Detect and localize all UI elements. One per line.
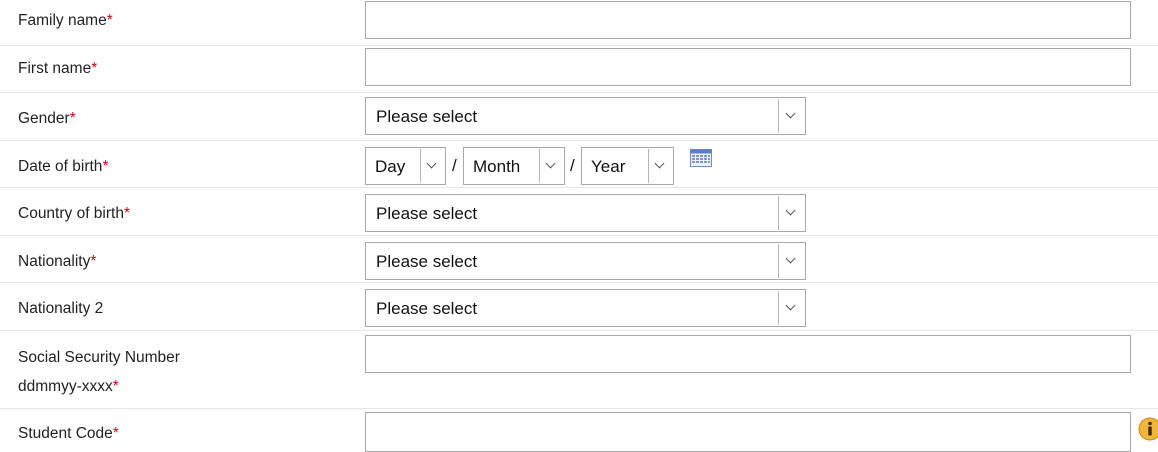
chevron-down-icon	[426, 158, 437, 169]
calendar-icon[interactable]	[690, 149, 712, 167]
chevron-down-icon	[785, 253, 796, 264]
dob-year-value: Year	[591, 157, 626, 176]
dob-year-dropdown-button[interactable]	[648, 149, 672, 183]
required-marker: *	[90, 253, 97, 270]
gender-dropdown-button[interactable]	[778, 99, 804, 133]
dob-day-dropdown-button[interactable]	[420, 149, 444, 183]
dob-separator: /	[452, 156, 457, 175]
chevron-down-icon	[785, 108, 796, 119]
dob-year-select[interactable]: Year	[581, 147, 674, 185]
chevron-down-icon	[785, 300, 796, 311]
row-date-of-birth: Date of birth* Day / Month / Year	[0, 141, 1158, 188]
nationality-2-dropdown-button[interactable]	[778, 291, 804, 325]
social-security-number-input[interactable]	[365, 335, 1131, 373]
row-nationality: Nationality* Please select	[0, 236, 1158, 283]
nationality-label: Nationality*	[18, 253, 97, 270]
required-marker: *	[91, 60, 98, 77]
nationality-2-selected-value: Please select	[376, 299, 478, 318]
nationality-2-label: Nationality 2	[18, 300, 104, 317]
family-name-input[interactable]	[365, 1, 1131, 39]
row-first-name: First name*	[0, 46, 1158, 93]
first-name-label: First name*	[18, 60, 98, 77]
required-marker: *	[112, 425, 119, 442]
gender-select[interactable]: Please select	[365, 97, 806, 135]
gender-label: Gender*	[18, 110, 76, 127]
student-code-label: Student Code*	[18, 425, 119, 442]
dob-day-value: Day	[375, 157, 406, 176]
dob-month-select[interactable]: Month	[463, 147, 565, 185]
dob-month-value: Month	[473, 157, 521, 176]
country-of-birth-select[interactable]: Please select	[365, 194, 806, 232]
gender-selected-value: Please select	[376, 107, 478, 126]
nationality-2-select[interactable]: Please select	[365, 289, 806, 327]
country-of-birth-dropdown-button[interactable]	[778, 196, 804, 230]
dob-separator: /	[570, 156, 575, 175]
country-of-birth-selected-value: Please select	[376, 204, 478, 223]
chevron-down-icon	[545, 158, 556, 169]
chevron-down-icon	[785, 205, 796, 216]
first-name-input[interactable]	[365, 48, 1131, 86]
row-social-security-number: Social Security Number ddmmyy-xxxx*	[0, 331, 1158, 409]
country-of-birth-label: Country of birth*	[18, 205, 131, 222]
nationality-select[interactable]: Please select	[365, 242, 806, 280]
nationality-selected-value: Please select	[376, 252, 478, 271]
required-marker: *	[106, 12, 113, 29]
required-marker: *	[69, 110, 76, 127]
chevron-down-icon	[654, 158, 665, 169]
row-family-name: Family name*	[0, 0, 1158, 46]
row-country-of-birth: Country of birth* Please select	[0, 188, 1158, 236]
family-name-label: Family name*	[18, 12, 113, 29]
row-gender: Gender* Please select	[0, 93, 1158, 141]
row-student-code: Student Code*	[0, 409, 1158, 452]
dob-day-select[interactable]: Day	[365, 147, 446, 185]
nationality-dropdown-button[interactable]	[778, 244, 804, 278]
student-code-input[interactable]	[365, 412, 1131, 452]
required-marker: *	[112, 378, 119, 395]
dob-controls: Day / Month / Year	[0, 147, 1158, 185]
dob-month-dropdown-button[interactable]	[539, 149, 563, 183]
social-security-number-label: Social Security Number ddmmyy-xxxx*	[18, 349, 180, 395]
required-marker: *	[123, 205, 131, 222]
row-nationality-2: Nationality 2 Please select	[0, 283, 1158, 331]
info-icon[interactable]	[1138, 417, 1158, 441]
